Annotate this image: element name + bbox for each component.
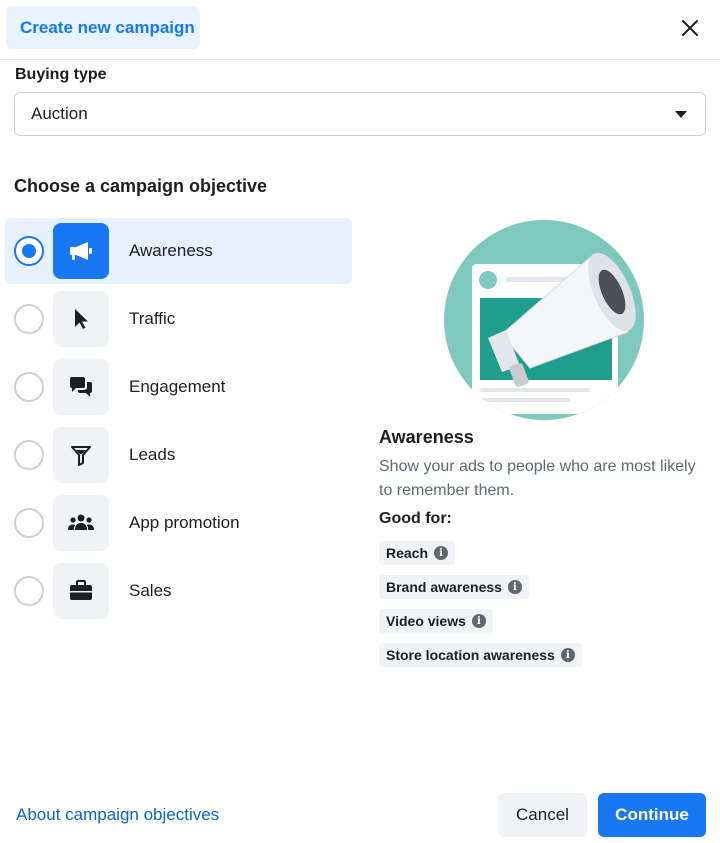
radio-sales[interactable] [14,576,44,606]
objective-label: Sales [129,581,172,600]
objective-label: Traffic [129,309,176,328]
continue-button[interactable]: Continue [598,793,706,837]
buying-type-value: Auction [31,104,88,123]
people-icon [68,514,94,530]
info-icon[interactable]: i [434,546,449,560]
objective-detail-title: Awareness [379,427,474,447]
objective-leads[interactable]: Leads [5,422,352,488]
close-icon [682,20,698,36]
chat-bubbles-icon [70,377,92,397]
chip-video-views[interactable]: Video views i [379,609,493,633]
objective-label: Engagement [129,377,226,396]
radio-app-promotion[interactable] [14,508,44,538]
objective-app-promotion[interactable]: App promotion [5,490,352,556]
good-for-label: Good for: [379,510,452,527]
megaphone-illustration [444,220,644,420]
objective-detail-description: Show your ads to people who are most lik… [379,458,696,499]
objective-section-title: Choose a campaign objective [14,176,268,196]
create-campaign-tab[interactable]: Create new campaign [6,6,200,49]
about-objectives-link[interactable]: About campaign objectives [16,805,219,825]
awareness-illustration [444,220,644,420]
info-icon[interactable]: i [507,580,522,594]
chip-reach[interactable]: Reach i [379,541,456,565]
radio-engagement[interactable] [14,372,44,402]
megaphone-icon [70,242,92,260]
caret-down-icon [675,111,687,118]
objective-sales[interactable]: Sales [5,558,352,624]
close-button[interactable] [672,10,708,46]
chip-label: Reach [386,545,429,561]
objective-label: Awareness [129,241,213,260]
cancel-button[interactable]: Cancel [498,793,587,837]
briefcase-icon [70,580,92,600]
radio-leads[interactable] [14,440,44,470]
objective-icon-tile [53,563,109,619]
chip-label: Video views [386,613,466,629]
funnel-icon [71,446,91,466]
chip-store-location-awareness[interactable]: Store location awareness i [379,643,582,667]
objective-icon-tile [53,495,109,551]
objective-icon-tile [53,427,109,483]
objective-engagement[interactable]: Engagement [5,354,352,420]
objective-traffic[interactable]: Traffic [5,286,352,352]
buying-type-label: Buying type [15,66,107,83]
objective-icon-tile [53,223,109,279]
objective-icon-tile [53,359,109,415]
objective-label: App promotion [129,513,240,532]
objective-label: Leads [129,445,176,464]
dialog-header: Create new campaign [0,0,720,60]
objective-awareness[interactable]: Awareness [5,218,352,284]
good-for-chips: Reach i Brand awareness i Video views i … [379,541,582,677]
radio-traffic[interactable] [14,304,44,334]
objective-icon-tile [53,291,109,347]
objective-list: Awareness Traffic Engagement Leads App p… [5,218,352,626]
info-icon[interactable]: i [471,614,486,628]
info-icon[interactable]: i [560,648,575,662]
chip-brand-awareness[interactable]: Brand awareness i [379,575,529,599]
buying-type-dropdown[interactable]: Auction [14,92,706,136]
cursor-icon [75,309,88,329]
chip-label: Brand awareness [386,579,502,595]
radio-awareness[interactable] [14,236,44,266]
chip-label: Store location awareness [386,647,555,663]
